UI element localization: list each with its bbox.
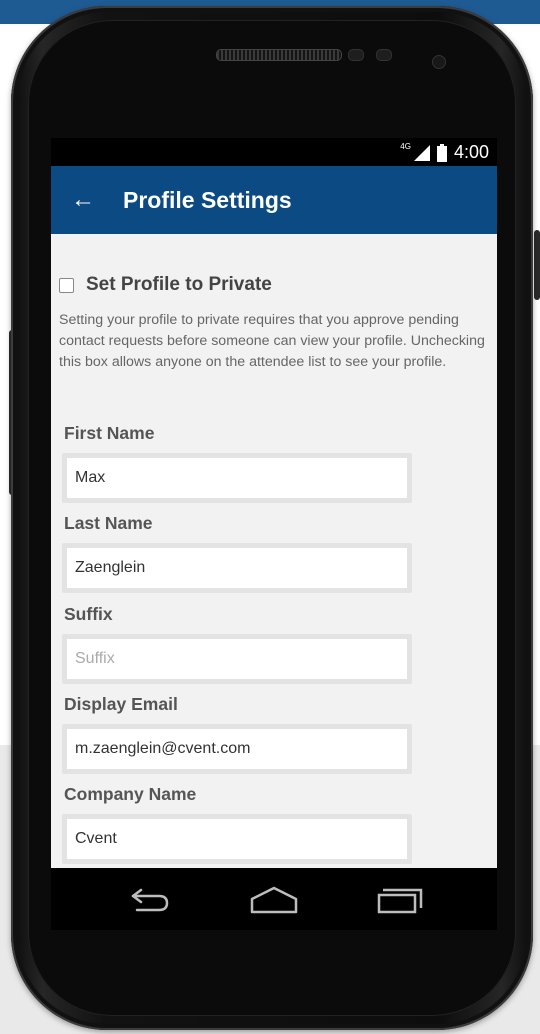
nav-back-icon[interactable] <box>125 882 175 916</box>
app-bar: ← Profile Settings <box>51 166 497 234</box>
power-button-right <box>534 230 540 300</box>
private-profile-checkbox[interactable] <box>59 277 74 293</box>
display-email-field-box <box>62 724 412 774</box>
light-sensor <box>376 49 392 61</box>
front-camera-icon <box>432 55 446 69</box>
private-profile-description: Setting your profile to private requires… <box>59 312 485 370</box>
company-name-input[interactable] <box>67 819 407 859</box>
navigation-bar <box>51 868 497 930</box>
company-name-label: Company Name <box>64 784 197 804</box>
last-name-label: Last Name <box>64 513 153 533</box>
first-name-field-box <box>62 453 412 503</box>
suffix-input[interactable] <box>67 639 407 679</box>
nav-recents-icon[interactable] <box>375 882 425 916</box>
first-name-input[interactable] <box>67 458 407 498</box>
phone-screen: 4G 4:00 ← Profile Settings Set Profile t… <box>51 138 497 868</box>
suffix-label: Suffix <box>64 604 113 624</box>
status-icons: 4G 4:00 <box>400 142 489 163</box>
signal-icon <box>413 144 430 161</box>
company-name-field-box <box>62 814 412 864</box>
display-email-input[interactable] <box>67 729 407 769</box>
status-bar: 4G 4:00 <box>51 138 497 166</box>
network-type-label: 4G <box>400 142 411 151</box>
page-title: Profile Settings <box>123 187 292 213</box>
proximity-sensor <box>348 49 364 61</box>
display-email-label: Display Email <box>64 694 178 714</box>
private-profile-label: Set Profile to Private <box>86 274 272 295</box>
last-name-field-box <box>62 543 412 593</box>
suffix-field-box <box>62 634 412 684</box>
first-name-label: First Name <box>64 423 155 443</box>
last-name-input[interactable] <box>67 548 407 588</box>
status-clock: 4:00 <box>453 142 489 162</box>
battery-icon <box>436 143 447 162</box>
private-profile-row: Set Profile to Private <box>59 274 272 296</box>
back-arrow-icon[interactable]: ← <box>69 186 97 214</box>
nav-home-icon[interactable] <box>249 882 299 916</box>
earpiece-speaker <box>216 49 342 61</box>
